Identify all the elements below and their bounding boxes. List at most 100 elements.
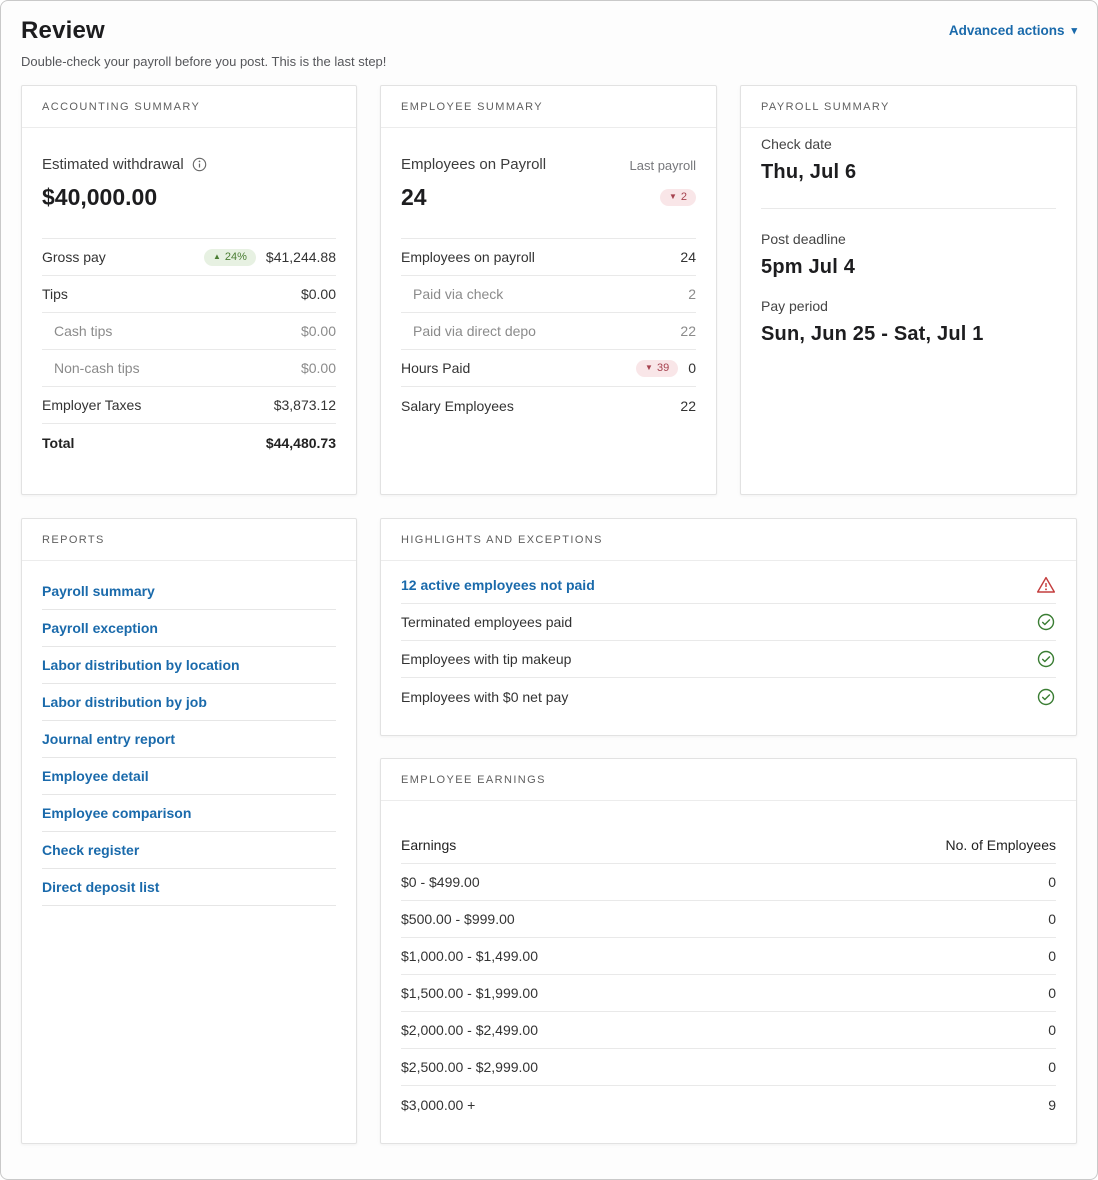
payroll-item-label: Pay period bbox=[761, 298, 1056, 314]
report-link[interactable]: Labor distribution by location bbox=[42, 647, 336, 684]
row-value: $0.00 bbox=[301, 323, 336, 339]
badge-value: 2 bbox=[681, 192, 687, 203]
last-payroll-block: Last payroll ▼2 bbox=[630, 156, 696, 211]
estimated-withdrawal-label: Estimated withdrawal bbox=[42, 156, 184, 173]
earnings-range: $1,500.00 - $1,999.00 bbox=[401, 985, 538, 1001]
top-right-cards: Employee Summary Employees on Payroll 24… bbox=[380, 85, 1077, 495]
earnings-row: $2,000.00 - $2,499.000 bbox=[401, 1012, 1056, 1049]
warning-triangle-icon bbox=[1036, 575, 1056, 595]
row-value-group: $0.00 bbox=[301, 323, 336, 339]
advanced-actions-label: Advanced actions bbox=[949, 23, 1065, 38]
info-icon[interactable] bbox=[192, 157, 207, 172]
report-link[interactable]: Check register bbox=[42, 832, 336, 869]
row-value: $3,873.12 bbox=[274, 397, 336, 413]
highlights-exceptions-header: Highlights and Exceptions bbox=[381, 519, 1076, 561]
highlight-link[interactable]: 12 active employees not paid bbox=[401, 577, 595, 593]
payroll-item-label: Post deadline bbox=[761, 231, 1056, 247]
earnings-range: $1,000.00 - $1,499.00 bbox=[401, 948, 538, 964]
earnings-row: $1,500.00 - $1,999.00 0 bbox=[401, 975, 1056, 1012]
employee-summary-header: Employee Summary bbox=[381, 86, 716, 128]
row-value-group: ▼ 39 0 bbox=[636, 360, 696, 377]
report-link[interactable]: Employee detail bbox=[42, 758, 336, 795]
earnings-count: 9 bbox=[1048, 1097, 1056, 1113]
row-value: 22 bbox=[680, 323, 696, 339]
earnings-row: $3,000.00 +9 bbox=[401, 1086, 1056, 1123]
check-circle-icon bbox=[1036, 649, 1056, 669]
row-label: Gross pay bbox=[42, 249, 106, 265]
earnings-count: 0 bbox=[1048, 911, 1056, 927]
summary-row: Employees on payroll24 bbox=[401, 239, 696, 276]
reports-list: Payroll summaryPayroll exceptionLabor di… bbox=[22, 561, 356, 1143]
earnings-table-header: Earnings No. of Employees bbox=[401, 827, 1056, 864]
page-header-text: Review Double-check your payroll before … bbox=[21, 17, 386, 69]
highlight-row: Employees with tip makeup bbox=[401, 641, 1056, 678]
report-link[interactable]: Employee comparison bbox=[42, 795, 336, 832]
row-label: Tips bbox=[42, 286, 68, 302]
highlights-exceptions-card: Highlights and Exceptions 12 active empl… bbox=[380, 518, 1077, 736]
badge-value: 39 bbox=[657, 363, 669, 374]
down-triangle-icon: ▼ bbox=[645, 364, 653, 372]
estimated-withdrawal-value: $40,000.00 bbox=[42, 184, 336, 211]
increase-badge: ▲24% bbox=[204, 249, 256, 266]
last-payroll-badge-wrap: ▼2 bbox=[630, 186, 696, 206]
employee-earnings-header: Employee Earnings bbox=[381, 759, 1076, 801]
employee-count-column-label: No. of Employees bbox=[946, 837, 1057, 853]
payroll-item-value: Thu, Jul 6 bbox=[761, 161, 1056, 184]
last-payroll-label: Last payroll bbox=[630, 158, 696, 173]
row-value: $0.00 bbox=[301, 360, 336, 376]
summary-row: Paid via check2 bbox=[401, 276, 696, 313]
accounting-summary-header: Accounting Summary bbox=[22, 86, 356, 128]
summary-row: Salary Employees22 bbox=[401, 387, 696, 424]
accounting-summary-body: Estimated withdrawal $40,000.00 Gross pa… bbox=[22, 128, 356, 494]
down-triangle-icon: ▼ bbox=[669, 193, 677, 201]
row-label: Paid via check bbox=[401, 286, 503, 302]
row-label: Hours Paid bbox=[401, 360, 470, 376]
page-header: Review Double-check your payroll before … bbox=[21, 17, 1077, 69]
up-triangle-icon: ▲ bbox=[213, 253, 221, 261]
chevron-down-icon: ▾ bbox=[1071, 24, 1077, 37]
row-value-group: ▲24% $41,244.88 bbox=[204, 249, 336, 266]
earnings-range: $0 - $499.00 bbox=[401, 874, 480, 890]
earnings-range: $2,000.00 - $2,499.00 bbox=[401, 1022, 538, 1038]
row-value-group: 22 bbox=[680, 398, 696, 414]
highlights-list: 12 active employees not paid Terminated e… bbox=[381, 561, 1076, 735]
employee-summary-card: Employee Summary Employees on Payroll 24… bbox=[380, 85, 717, 495]
report-link[interactable]: Direct deposit list bbox=[42, 869, 336, 906]
row-label: Non-cash tips bbox=[42, 360, 140, 376]
payroll-summary-body: Check date Thu, Jul 6 Post deadline 5pm Jul… bbox=[741, 128, 1076, 494]
report-link[interactable]: Journal entry report bbox=[42, 721, 336, 758]
highlight-label: Terminated employees paid bbox=[401, 614, 572, 630]
payroll-item-label: Check date bbox=[761, 136, 1056, 152]
advanced-actions-button[interactable]: Advanced actions ▾ bbox=[949, 23, 1077, 38]
summary-row: Tips $0.00 bbox=[42, 276, 336, 313]
report-link[interactable]: Labor distribution by job bbox=[42, 684, 336, 721]
check-circle-icon bbox=[1036, 612, 1056, 632]
payroll-item-value: 5pm Jul 4 bbox=[761, 256, 1056, 279]
reports-header: Reports bbox=[22, 519, 356, 561]
employee-summary-table: Employees on payroll24Paid via check2Pai… bbox=[401, 238, 696, 424]
earnings-count: 0 bbox=[1048, 985, 1056, 1001]
row-value: $0.00 bbox=[301, 286, 336, 302]
row-value: 0 bbox=[688, 360, 696, 376]
report-link[interactable]: Payroll summary bbox=[42, 573, 336, 610]
report-link[interactable]: Payroll exception bbox=[42, 610, 336, 647]
accounting-summary-table: Gross pay ▲24% $41,244.88 Tips $0.00 Cash tip… bbox=[42, 238, 336, 461]
summary-row: Gross pay ▲24% $41,244.88 bbox=[42, 239, 336, 276]
row-value: $44,480.73 bbox=[266, 435, 336, 451]
estimated-withdrawal-row: Estimated withdrawal bbox=[42, 156, 336, 173]
row-label: Paid via direct depo bbox=[401, 323, 536, 339]
employee-summary-top: Employees on Payroll 24 Last payroll ▼2 bbox=[401, 156, 696, 211]
employees-on-payroll-label: Employees on Payroll bbox=[401, 156, 546, 173]
reports-card: Reports Payroll summaryPayroll exception… bbox=[21, 518, 357, 1144]
earnings-range: $500.00 - $999.00 bbox=[401, 911, 515, 927]
summary-row: Employer Taxes$3,873.12 bbox=[42, 387, 336, 424]
row-value-group: 22 bbox=[680, 323, 696, 339]
earnings-table: $0 - $499.000$500.00 - $999.000$1,000.00… bbox=[401, 864, 1056, 1123]
earnings-row: $0 - $499.000 bbox=[401, 864, 1056, 901]
summary-row: Hours Paid ▼ 39 0 bbox=[401, 350, 696, 387]
payroll-summary-item: Pay periodSun, Jun 25 - Sat, Jul 1 bbox=[761, 298, 1056, 346]
row-label: Cash tips bbox=[42, 323, 112, 339]
row-value: 24 bbox=[680, 249, 696, 265]
payroll-summary-header: Payroll Summary bbox=[741, 86, 1076, 128]
row-value: $41,244.88 bbox=[266, 249, 336, 265]
